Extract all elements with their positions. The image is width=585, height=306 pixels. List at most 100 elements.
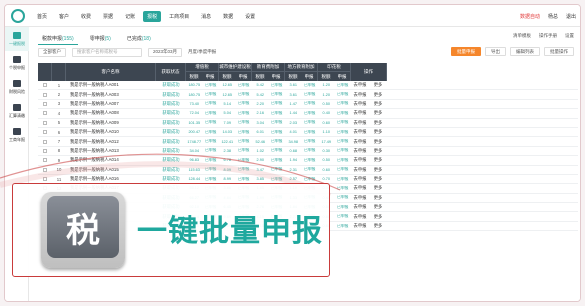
tax-cell[interactable]: 已申报: [335, 139, 352, 144]
declare-link[interactable]: 去申报: [351, 185, 369, 191]
fetch-status[interactable]: 获取成功: [156, 110, 186, 116]
more-link[interactable]: 更多: [369, 120, 387, 126]
row-checkbox-cell[interactable]: [38, 130, 52, 135]
fetch-status[interactable]: 获取成功: [156, 82, 186, 88]
tax-cell[interactable]: 已申报: [335, 177, 352, 182]
nav-item[interactable]: 票据: [99, 11, 117, 22]
tax-cell[interactable]: 已申报: [335, 195, 352, 200]
tax-cell[interactable]: 已申报: [302, 177, 319, 182]
exit-link[interactable]: 退出: [566, 13, 576, 20]
declare-link[interactable]: 去申报: [351, 204, 369, 210]
more-link[interactable]: 更多: [369, 82, 387, 88]
row-checkbox-cell[interactable]: [38, 158, 52, 163]
tax-cell[interactable]: 已申报: [269, 111, 286, 116]
tax-cell[interactable]: 已申报: [335, 205, 352, 210]
tax-cell[interactable]: 已申报: [236, 101, 253, 106]
tax-cell[interactable]: 已申报: [302, 111, 319, 116]
row-checkbox-cell[interactable]: [38, 101, 52, 106]
more-link[interactable]: 更多: [369, 195, 387, 201]
nav-item[interactable]: 设置: [241, 11, 259, 22]
nav-item[interactable]: 工商项目: [165, 11, 193, 22]
fetch-status[interactable]: 获取成功: [156, 101, 186, 107]
tax-cell[interactable]: 已申报: [203, 111, 220, 116]
tax-cell[interactable]: 已申报: [236, 148, 253, 153]
sidebar-item[interactable]: 工商年报: [5, 123, 29, 147]
more-link[interactable]: 更多: [369, 185, 387, 191]
checkbox[interactable]: [43, 139, 47, 144]
declare-link[interactable]: 去申报: [351, 157, 369, 163]
tax-cell[interactable]: 已申报: [269, 83, 286, 88]
status-tab[interactable]: 已完成(18): [123, 33, 155, 45]
tax-cell[interactable]: 已申报: [236, 92, 253, 97]
checkbox[interactable]: [43, 92, 47, 97]
app-logo-icon[interactable]: [11, 9, 25, 23]
row-checkbox-cell[interactable]: [38, 139, 52, 144]
tax-cell[interactable]: 已申报: [269, 148, 286, 153]
batch-ops-button[interactable]: 批量操作: [544, 47, 574, 56]
tax-cell[interactable]: 已申报: [302, 120, 319, 125]
tax-cell[interactable]: 已申报: [302, 130, 319, 135]
tax-cell[interactable]: 已申报: [203, 92, 220, 97]
declare-link[interactable]: 去申报: [351, 148, 369, 154]
declare-link[interactable]: 去申报: [351, 120, 369, 126]
fetch-status[interactable]: 获取成功: [156, 176, 186, 182]
declare-link[interactable]: 去申报: [351, 167, 369, 173]
more-link[interactable]: 更多: [369, 92, 387, 98]
tax-cell[interactable]: 已申报: [335, 186, 352, 191]
tax-cell[interactable]: 已申报: [302, 83, 319, 88]
fetch-status[interactable]: 获取成功: [156, 167, 186, 173]
checkbox[interactable]: [43, 167, 47, 172]
tax-cell[interactable]: 已申报: [302, 92, 319, 97]
tax-cell[interactable]: 已申报: [236, 177, 253, 182]
tax-cell[interactable]: 已申报: [203, 148, 220, 153]
more-link[interactable]: 更多: [369, 139, 387, 145]
declare-link[interactable]: 去申报: [351, 101, 369, 107]
status-tab[interactable]: 税款申报(155): [38, 33, 78, 45]
tax-cell[interactable]: 已申报: [269, 167, 286, 172]
row-checkbox-cell[interactable]: [38, 83, 52, 88]
tax-cell[interactable]: 已申报: [302, 158, 319, 163]
tax-cell[interactable]: 已申报: [335, 101, 352, 106]
declare-link[interactable]: 去申报: [351, 195, 369, 201]
row-checkbox-cell[interactable]: [38, 111, 52, 116]
row-checkbox-cell[interactable]: [38, 177, 52, 182]
checkbox[interactable]: [43, 148, 47, 153]
status-tab[interactable]: 零申报(5): [86, 33, 115, 45]
sidebar-item[interactable]: 财税风险: [5, 75, 29, 99]
tax-cell[interactable]: 已申报: [302, 101, 319, 106]
more-link[interactable]: 更多: [369, 176, 387, 182]
alert-link[interactable]: 数据自动: [520, 13, 540, 20]
tax-cell[interactable]: 已申报: [236, 120, 253, 125]
tax-cell[interactable]: 已申报: [335, 158, 352, 163]
more-link[interactable]: 更多: [369, 157, 387, 163]
tax-cell[interactable]: 已申报: [335, 130, 352, 135]
checkbox[interactable]: [43, 177, 47, 182]
fetch-status[interactable]: 获取成功: [156, 120, 186, 126]
nav-item[interactable]: 收费: [77, 11, 95, 22]
fetch-status[interactable]: 获取成功: [156, 148, 186, 154]
tax-cell[interactable]: 已申报: [203, 139, 220, 144]
tax-cell[interactable]: 已申报: [302, 167, 319, 172]
more-link[interactable]: 更多: [369, 223, 387, 229]
checkbox[interactable]: [43, 101, 47, 106]
tax-cell[interactable]: 已申报: [302, 148, 319, 153]
declare-link[interactable]: 去申报: [351, 92, 369, 98]
more-link[interactable]: 更多: [369, 148, 387, 154]
nav-item[interactable]: 记账: [121, 11, 139, 22]
fetch-status[interactable]: 获取成功: [156, 139, 186, 145]
customer-scope-select[interactable]: 全部客户: [38, 47, 66, 57]
tax-cell[interactable]: 已申报: [236, 167, 253, 172]
fetch-status[interactable]: 获取成功: [156, 129, 186, 135]
more-link[interactable]: 更多: [369, 167, 387, 173]
tax-cell[interactable]: 已申报: [203, 130, 220, 135]
nav-item[interactable]: 消息: [197, 11, 215, 22]
utility-link[interactable]: 清单模板: [513, 33, 531, 39]
period-picker[interactable]: 2023年03月: [148, 47, 183, 57]
tax-cell[interactable]: 已申报: [203, 158, 220, 163]
tax-cell[interactable]: 已申报: [236, 130, 253, 135]
fetch-status[interactable]: 获取成功: [156, 92, 186, 98]
tax-cell[interactable]: 已申报: [269, 101, 286, 106]
tax-cell[interactable]: 已申报: [335, 214, 352, 219]
tax-cell[interactable]: 已申报: [236, 83, 253, 88]
row-checkbox-cell[interactable]: [38, 120, 52, 125]
